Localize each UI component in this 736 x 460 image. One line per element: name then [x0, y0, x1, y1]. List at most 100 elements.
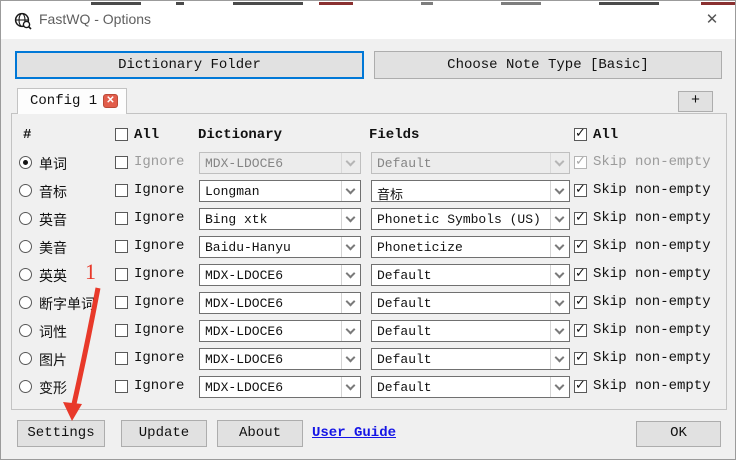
ignore-label: Ignore [134, 350, 185, 366]
ignore-checkbox[interactable] [115, 212, 128, 225]
row-radio[interactable] [19, 380, 32, 393]
chevron-down-icon[interactable] [550, 349, 569, 369]
ok-button[interactable]: OK [636, 421, 721, 447]
fields-select[interactable]: Default [371, 292, 570, 314]
table-row: 变形 Ignore MDX-LDOCE6 Default Skip non-empty [11, 373, 727, 401]
chevron-down-icon[interactable] [550, 377, 569, 397]
ignore-checkbox[interactable] [115, 380, 128, 393]
row-label: 词性 [39, 325, 67, 341]
chevron-down-icon[interactable] [550, 293, 569, 313]
row-radio[interactable] [19, 184, 32, 197]
row-radio[interactable] [19, 324, 32, 337]
settings-button[interactable]: Settings [17, 420, 105, 447]
ignore-checkbox[interactable] [115, 156, 128, 169]
dictionary-select[interactable]: Longman [199, 180, 361, 202]
row-radio[interactable] [19, 240, 32, 253]
row-radio[interactable] [19, 352, 32, 365]
dictionary-select[interactable]: Baidu-Hanyu [199, 236, 361, 258]
choose-note-type-button[interactable]: Choose Note Type [Basic] [374, 51, 722, 79]
fields-select[interactable]: 音标 [371, 180, 570, 203]
row-radio[interactable] [19, 296, 32, 309]
table-row: 英英 Ignore MDX-LDOCE6 Default Skip non-empty [11, 261, 727, 289]
column-header-all-right: All [593, 127, 619, 143]
dictionary-folder-button[interactable]: Dictionary Folder [15, 51, 364, 79]
dictionary-select[interactable]: MDX-LDOCE6 [199, 264, 361, 286]
skip-non-empty-checkbox[interactable] [574, 238, 587, 253]
ignore-label: Ignore [134, 182, 185, 198]
chevron-down-icon[interactable] [550, 237, 569, 257]
fields-select[interactable]: Default [371, 320, 570, 342]
row-label: 变形 [39, 381, 67, 397]
tab-close-icon[interactable]: ✕ [103, 94, 118, 108]
chevron-down-icon[interactable] [341, 153, 360, 173]
tab-config-1[interactable]: Config 1 ✕ [17, 88, 127, 114]
ignore-checkbox[interactable] [115, 268, 128, 281]
chevron-down-icon[interactable] [341, 293, 360, 313]
skip-non-empty-label: Skip non-empty [593, 378, 711, 394]
fields-select[interactable]: Default [371, 152, 570, 174]
dictionary-select[interactable]: MDX-LDOCE6 [199, 320, 361, 342]
table-row: 美音 Ignore Baidu-Hanyu Phoneticize Skip non-e… [11, 233, 727, 261]
chevron-down-icon[interactable] [550, 181, 569, 201]
skip-non-empty-checkbox[interactable] [574, 210, 587, 225]
add-config-tab-button[interactable]: + [678, 91, 713, 112]
table-row: 词性 Ignore MDX-LDOCE6 Default Skip non-empty [11, 317, 727, 345]
fields-select[interactable]: Phoneticize [371, 236, 570, 258]
row-label: 音标 [39, 185, 67, 201]
dictionary-select[interactable]: Bing xtk [199, 208, 361, 230]
dictionary-select[interactable]: MDX-LDOCE6 [199, 152, 361, 174]
ignore-checkbox[interactable] [115, 352, 128, 365]
skip-non-empty-label: Skip non-empty [593, 182, 711, 198]
background-window-remnant [91, 2, 141, 5]
chevron-down-icon[interactable] [341, 209, 360, 229]
ignore-label: Ignore [134, 238, 185, 254]
ignore-checkbox[interactable] [115, 184, 128, 197]
update-button[interactable]: Update [121, 420, 207, 447]
chevron-down-icon[interactable] [341, 321, 360, 341]
skip-non-empty-label: Skip non-empty [593, 210, 711, 226]
user-guide-link[interactable]: User Guide [312, 425, 396, 441]
dictionary-select[interactable]: MDX-LDOCE6 [199, 348, 361, 370]
skip-non-empty-checkbox[interactable] [574, 294, 587, 309]
chevron-down-icon[interactable] [341, 181, 360, 201]
skip-non-empty-checkbox[interactable] [574, 154, 587, 169]
skip-non-empty-checkbox[interactable] [574, 322, 587, 337]
chevron-down-icon[interactable] [550, 321, 569, 341]
skip-non-empty-checkbox[interactable] [574, 378, 587, 393]
fields-select[interactable]: Default [371, 376, 570, 398]
select-all-ignore-checkbox[interactable] [115, 128, 128, 141]
row-radio[interactable] [19, 156, 32, 169]
chevron-down-icon[interactable] [341, 349, 360, 369]
dictionary-select[interactable]: MDX-LDOCE6 [199, 292, 361, 314]
row-label: 英英 [39, 269, 67, 285]
title-bar: FastWQ - Options ✕ [1, 1, 735, 39]
skip-non-empty-checkbox[interactable] [574, 182, 587, 197]
chevron-down-icon[interactable] [550, 209, 569, 229]
about-button[interactable]: About [217, 420, 303, 447]
ignore-checkbox[interactable] [115, 296, 128, 309]
ignore-checkbox[interactable] [115, 324, 128, 337]
chevron-down-icon[interactable] [341, 265, 360, 285]
dictionary-select[interactable]: MDX-LDOCE6 [199, 376, 361, 398]
chevron-down-icon[interactable] [341, 377, 360, 397]
row-radio[interactable] [19, 212, 32, 225]
table-row: 图片 Ignore MDX-LDOCE6 Default Skip non-empty [11, 345, 727, 373]
close-window-button[interactable]: ✕ [701, 9, 723, 31]
fields-select[interactable]: Phonetic Symbols (US) [371, 208, 570, 230]
row-radio[interactable] [19, 268, 32, 281]
chevron-down-icon[interactable] [550, 265, 569, 285]
options-dialog: FastWQ - Options ✕ Dictionary Folder Cho… [0, 0, 736, 460]
background-window-remnant [233, 2, 303, 5]
skip-non-empty-checkbox[interactable] [574, 350, 587, 365]
fastwq-logo-icon [14, 12, 32, 30]
select-all-skip-checkbox[interactable] [574, 126, 587, 141]
fields-select[interactable]: Default [371, 348, 570, 370]
ignore-label: Ignore [134, 322, 185, 338]
chevron-down-icon[interactable] [341, 237, 360, 257]
chevron-down-icon[interactable] [550, 153, 569, 173]
column-header-all-left: All [134, 127, 160, 143]
fields-select[interactable]: Default [371, 264, 570, 286]
ignore-checkbox[interactable] [115, 240, 128, 253]
ignore-label: Ignore [134, 266, 185, 282]
skip-non-empty-checkbox[interactable] [574, 266, 587, 281]
